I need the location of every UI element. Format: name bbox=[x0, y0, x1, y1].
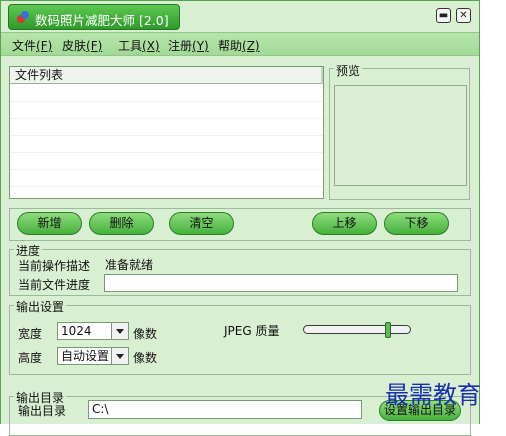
operation-description-label: 当前操作描述 bbox=[18, 259, 91, 273]
menu-register[interactable]: 注册(Y) bbox=[168, 37, 209, 54]
menu-file[interactable]: 文件(F) bbox=[12, 37, 52, 54]
height-label: 高度 bbox=[18, 351, 43, 365]
width-select[interactable]: 1024 bbox=[57, 322, 129, 340]
menu-tools[interactable]: 工具(X) bbox=[118, 37, 160, 54]
output-settings-label: 输出设置 bbox=[14, 298, 67, 315]
move-up-button[interactable]: 上移 bbox=[312, 212, 377, 235]
jpeg-quality-slider-track[interactable] bbox=[303, 325, 411, 334]
width-label: 宽度 bbox=[18, 327, 43, 341]
file-progress-label: 当前文件进度 bbox=[18, 278, 91, 292]
height-select-value: 自动设置 bbox=[61, 349, 110, 363]
chevron-down-icon[interactable] bbox=[111, 323, 128, 339]
width-unit-label: 像数 bbox=[133, 327, 158, 341]
height-select[interactable]: 自动设置 bbox=[57, 347, 129, 365]
jpeg-quality-slider-handle[interactable] bbox=[385, 322, 391, 338]
minimize-button[interactable]: ▬ bbox=[436, 8, 451, 23]
file-progress-bar bbox=[104, 274, 458, 292]
menu-skin[interactable]: 皮肤(F) bbox=[62, 37, 102, 54]
window-title: 数码照片减肥大师 [2.0] bbox=[35, 13, 169, 28]
file-list[interactable]: 文件列表 bbox=[9, 66, 324, 199]
height-unit-label: 像数 bbox=[133, 351, 158, 365]
preview-image-area bbox=[334, 85, 467, 186]
output-dir-label: 输出目录 bbox=[18, 404, 67, 418]
clear-button[interactable]: 清空 bbox=[169, 212, 234, 235]
width-select-value: 1024 bbox=[61, 324, 92, 338]
operation-description-value: 准备就绪 bbox=[105, 258, 154, 272]
preview-label: 预览 bbox=[334, 62, 363, 79]
chevron-down-icon[interactable] bbox=[111, 348, 128, 364]
menu-help[interactable]: 帮助(Z) bbox=[218, 37, 260, 54]
delete-button[interactable]: 删除 bbox=[89, 212, 154, 235]
title-bar[interactable]: 数码照片减肥大师 [2.0] bbox=[8, 4, 180, 30]
jpeg-quality-label: JPEG 质量 bbox=[224, 324, 280, 338]
file-list-header[interactable]: 文件列表 bbox=[10, 67, 323, 84]
close-button[interactable]: ✕ bbox=[456, 8, 471, 23]
output-dir-input[interactable]: C:\ bbox=[88, 400, 362, 419]
move-down-button[interactable]: 下移 bbox=[384, 212, 449, 235]
add-button[interactable]: 新增 bbox=[17, 212, 82, 235]
watermark-text: 最需教育 bbox=[385, 381, 481, 409]
file-list-header-label: 文件列表 bbox=[15, 68, 64, 82]
app-logo-icon bbox=[17, 11, 29, 23]
